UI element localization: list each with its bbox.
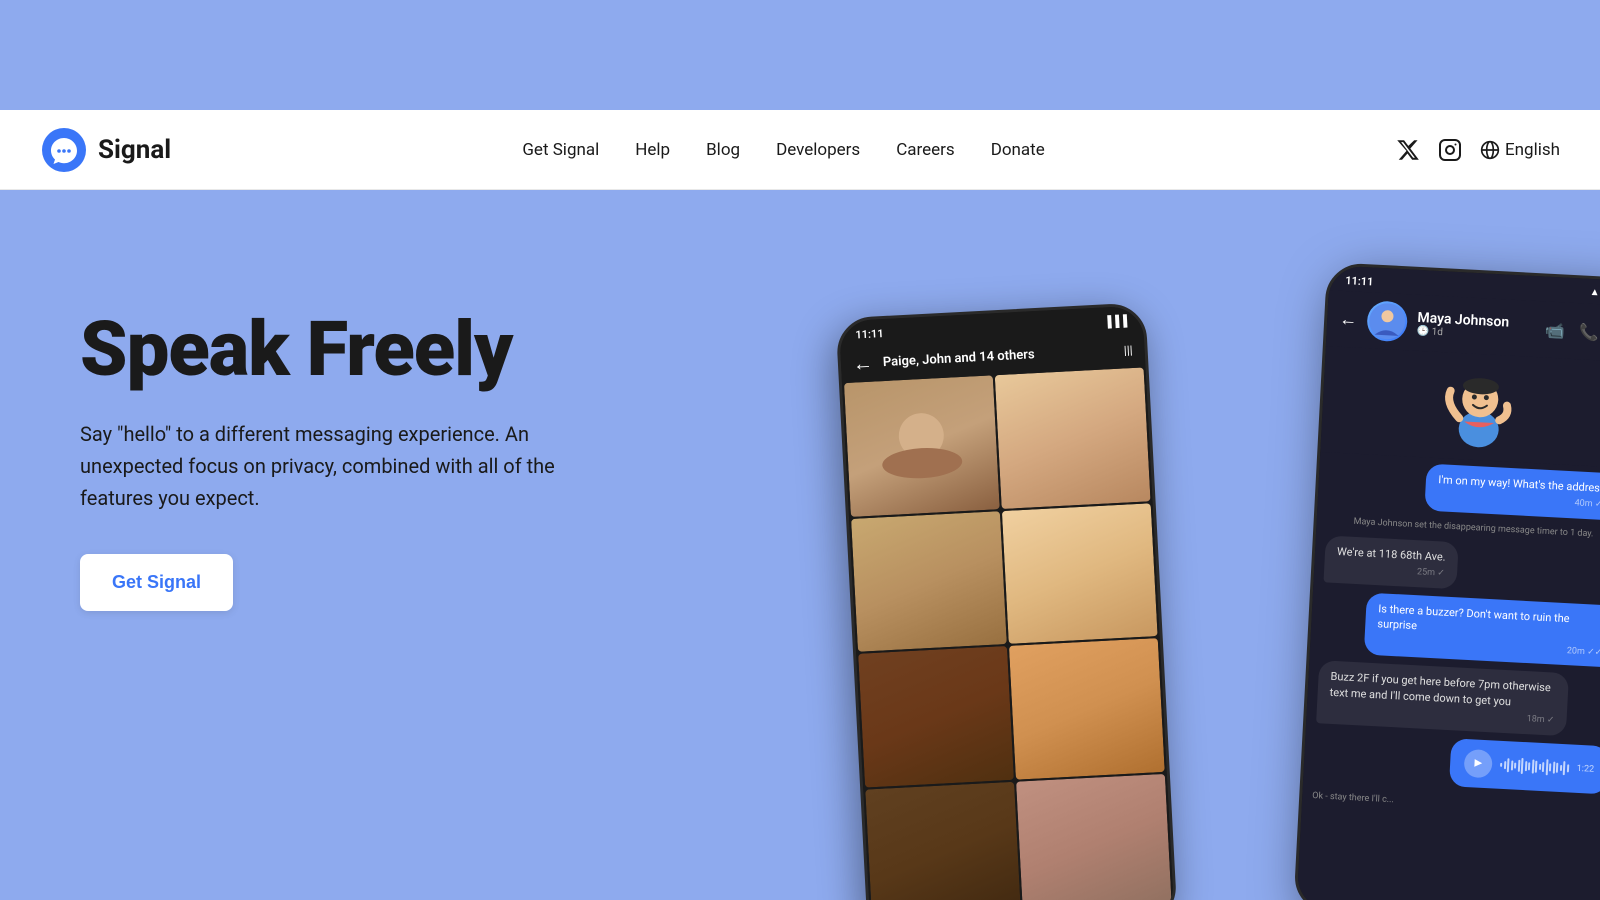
phone-call-icon: 📞 <box>1579 322 1600 342</box>
top-banner <box>0 0 1600 110</box>
signal-bars-icon: ||| <box>1123 343 1133 357</box>
chat-bottom-text: Ok - stay there I'll c... <box>1312 787 1600 820</box>
phone1-signal: ▐▐▐ <box>1103 314 1127 328</box>
phone-chat: 11:11 ▲ ▲ 📶 ← Maya Johnson <box>1293 262 1600 900</box>
phone-group-call: 11:11 ▐▐▐ ← Paige, John and 14 others ||… <box>836 302 1178 900</box>
video-cell-2 <box>995 367 1151 508</box>
hero-cta-button[interactable]: Get Signal <box>80 554 233 611</box>
instagram-icon[interactable] <box>1438 138 1462 162</box>
message-3: Is there a buzzer? Don't want to ruin th… <box>1364 593 1600 668</box>
navbar: Signal Get Signal Help Blog Developers C… <box>0 110 1600 190</box>
nav-blog[interactable]: Blog <box>706 140 740 160</box>
video-cell-7 <box>865 781 1021 900</box>
message-1: I'm on my way! What's the address? 40m ✓… <box>1425 464 1600 521</box>
message-2: We're at 118 68th Ave. 25m ✓ <box>1323 535 1458 589</box>
video-call-icon: 📹 <box>1545 320 1566 340</box>
nav-donate[interactable]: Donate <box>991 140 1045 160</box>
character-svg <box>1432 362 1527 457</box>
voice-waveform <box>1500 755 1569 779</box>
chat-illustration <box>1320 346 1600 468</box>
logo[interactable]: Signal <box>40 126 171 174</box>
hero-content: Speak Freely Say "hello" to a different … <box>80 250 570 611</box>
video-cell-6 <box>1009 638 1165 779</box>
video-cell-8 <box>1016 773 1172 900</box>
video-cell-3 <box>851 511 1007 652</box>
voice-play-button[interactable]: ▶ <box>1464 749 1493 778</box>
video-cell-5 <box>858 646 1014 787</box>
phone2-screen: 11:11 ▲ ▲ 📶 ← Maya Johnson <box>1296 265 1600 900</box>
voice-message: ▶ <box>1449 738 1600 794</box>
video-cell-4 <box>1002 503 1158 644</box>
language-selector[interactable]: English <box>1480 140 1560 160</box>
nav-icons: English <box>1396 138 1560 162</box>
nav-links: Get Signal Help Blog Developers Careers … <box>522 140 1044 160</box>
chat-messages: I'm on my way! What's the address? 40m ✓… <box>1302 452 1600 827</box>
chat-back-icon: ← <box>1339 308 1358 330</box>
video-grid <box>842 367 1174 900</box>
back-arrow-icon: ← <box>852 351 873 377</box>
voice-duration: 1:22 <box>1576 764 1594 775</box>
hero-section: Speak Freely Say "hello" to a different … <box>0 190 1600 900</box>
signal-logo-icon <box>40 126 88 174</box>
globe-icon <box>1480 140 1500 160</box>
logo-text: Signal <box>98 135 171 165</box>
hero-subtitle: Say "hello" to a different messaging exp… <box>80 418 570 514</box>
twitter-icon[interactable] <box>1396 138 1420 162</box>
message-4: Buzz 2F if you get here before 7pm other… <box>1316 661 1569 736</box>
phones-container: 11:11 ▐▐▐ ← Paige, John and 14 others ||… <box>850 240 1600 900</box>
call-title: Paige, John and 14 others <box>883 343 1115 370</box>
nav-get-signal[interactable]: Get Signal <box>522 140 599 160</box>
language-label: English <box>1505 140 1560 160</box>
phone1-screen: 11:11 ▐▐▐ ← Paige, John and 14 others ||… <box>839 305 1175 900</box>
phone2-signal: ▲ ▲ 📶 <box>1589 287 1600 302</box>
nav-careers[interactable]: Careers <box>896 140 954 160</box>
chat-actions: 📹 📞 ⋮ <box>1545 320 1600 343</box>
phone1-time: 11:11 <box>855 327 884 341</box>
nav-help[interactable]: Help <box>635 140 670 160</box>
video-cell-1 <box>844 375 1000 516</box>
hero-title: Speak Freely <box>80 310 570 390</box>
call-info: Paige, John and 14 others <box>883 343 1115 370</box>
nav-developers[interactable]: Developers <box>776 140 860 160</box>
chat-avatar <box>1366 300 1408 342</box>
chat-contact-info: Maya Johnson 🕒 1d <box>1416 309 1535 342</box>
phone2-time: 11:11 <box>1345 274 1374 288</box>
